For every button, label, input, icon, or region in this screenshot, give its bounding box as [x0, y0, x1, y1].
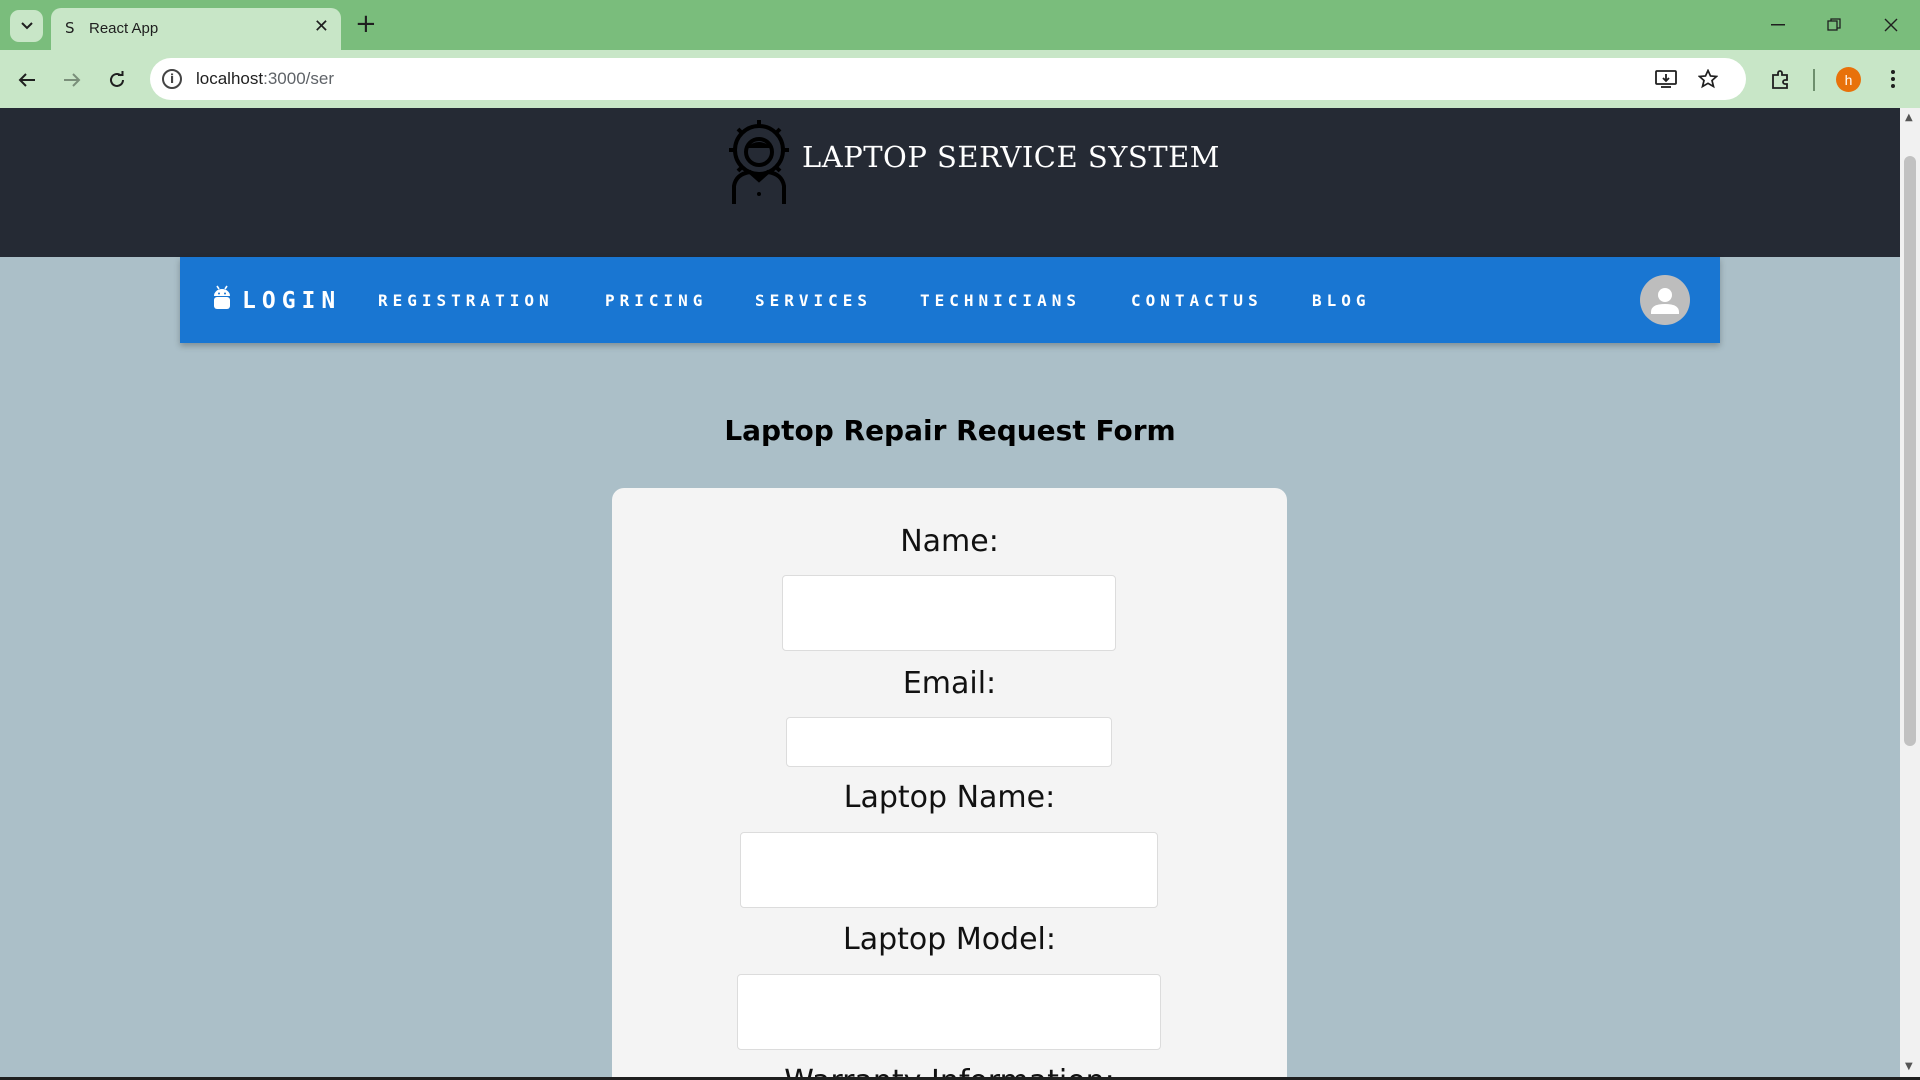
laptop-model-label: Laptop Model: — [842, 922, 1057, 957]
url-path: :3000/ser — [263, 69, 334, 88]
url-host: localhost — [196, 69, 264, 88]
profile-avatar[interactable]: h — [1836, 67, 1861, 92]
page-scrollbar[interactable]: ▲ ▼ — [1900, 108, 1920, 1078]
warranty-label: Warranty Information: — [612, 1064, 1287, 1078]
name-input[interactable] — [782, 575, 1116, 651]
nav-login-label: LOGIN — [242, 287, 342, 314]
technician-gear-icon — [722, 114, 796, 206]
window-close-icon[interactable] — [1871, 10, 1911, 40]
email-field[interactable] — [786, 717, 1112, 767]
android-icon — [212, 285, 232, 316]
new-tab-icon[interactable]: + — [355, 9, 377, 39]
forward-icon[interactable] — [59, 67, 85, 93]
name-label: Name: — [900, 524, 999, 559]
laptop-model-input[interactable] — [737, 974, 1161, 1050]
tab-search-icon[interactable] — [10, 10, 43, 42]
laptop-name-input[interactable] — [740, 832, 1158, 908]
reload-icon[interactable] — [104, 67, 130, 93]
back-icon[interactable] — [14, 67, 40, 93]
site-info-icon[interactable]: i — [162, 69, 182, 89]
nav-item-pricing[interactable]: PRICING — [605, 291, 707, 310]
close-icon[interactable]: ✕ — [314, 16, 329, 37]
tab-favicon: S — [65, 19, 75, 37]
site-title: LAPTOP SERVICE SYSTEM — [802, 140, 1220, 174]
restore-icon[interactable] — [1814, 10, 1854, 40]
nav-item-blog[interactable]: BLOG — [1312, 291, 1371, 310]
extensions-icon[interactable] — [1768, 66, 1794, 92]
toolbar-divider — [1813, 69, 1815, 91]
scroll-down-icon[interactable]: ▼ — [1905, 1061, 1913, 1072]
browser-tab[interactable]: S React App ✕ — [51, 8, 341, 50]
url-text[interactable]: localhost:3000/ser — [196, 69, 334, 89]
repair-request-form: Name: Email: Laptop Name: Laptop Model: … — [612, 488, 1287, 1078]
browser-tab-bar: S React App ✕ + — [0, 0, 1920, 50]
scrollbar-thumb[interactable] — [1904, 156, 1916, 746]
address-bar[interactable]: i localhost:3000/ser — [150, 58, 1746, 100]
minimize-icon[interactable] — [1758, 10, 1798, 40]
scroll-up-icon[interactable]: ▲ — [1905, 112, 1913, 123]
menu-kebab-icon[interactable] — [1880, 66, 1906, 92]
laptop-name-label: Laptop Name: — [843, 780, 1056, 815]
nav-login-link[interactable]: LOGIN — [212, 285, 341, 316]
site-header: LAPTOP SERVICE SYSTEM — [0, 108, 1900, 257]
page-viewport: LAPTOP SERVICE SYSTEM LOGIN REGISTRATION… — [0, 108, 1900, 1078]
nav-item-contactus[interactable]: CONTACTUS — [1131, 291, 1263, 310]
install-app-icon[interactable] — [1654, 68, 1678, 90]
form-heading: Laptop Repair Request Form — [724, 414, 1176, 447]
nav-item-registration[interactable]: REGISTRATION — [378, 291, 554, 310]
email-label: Email: — [902, 666, 997, 701]
main-navbar: LOGIN REGISTRATION PRICING SERVICES TECH… — [180, 257, 1720, 343]
tab-title: React App — [89, 20, 159, 37]
user-avatar-icon[interactable] — [1640, 275, 1690, 325]
browser-toolbar: i localhost:3000/ser — [0, 50, 1920, 108]
bookmark-star-icon[interactable] — [1696, 68, 1720, 90]
nav-item-services[interactable]: SERVICES — [755, 291, 872, 310]
nav-item-technicians[interactable]: TECHNICIANS — [920, 291, 1081, 310]
